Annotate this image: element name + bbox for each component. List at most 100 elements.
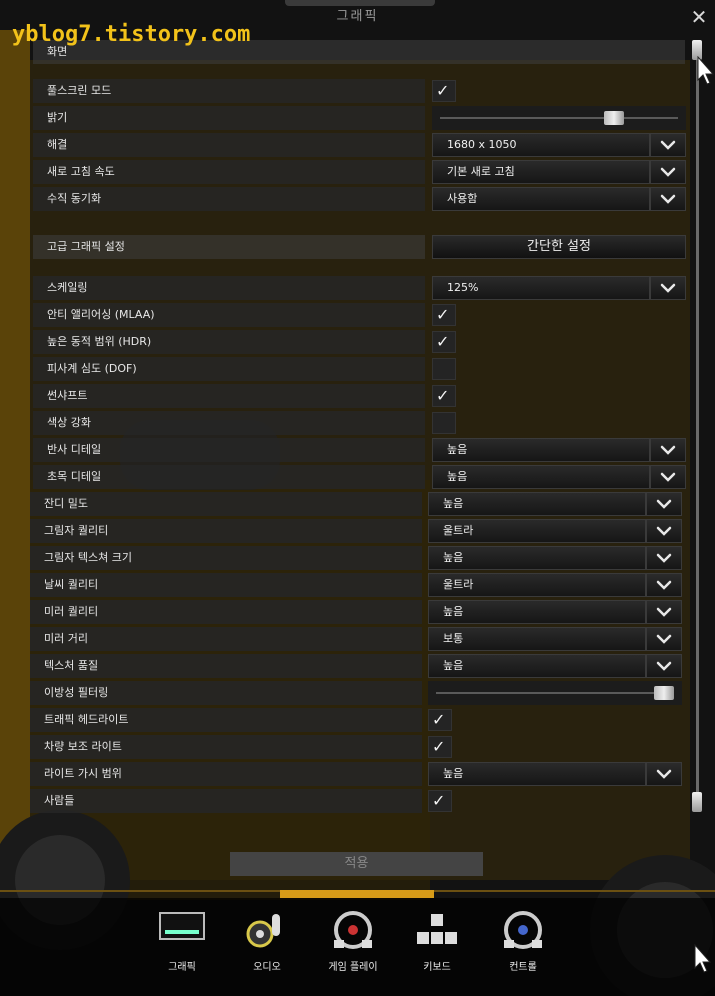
setting-checkbox[interactable]: ✓	[428, 709, 452, 731]
setting-dropdown[interactable]: 높음	[428, 492, 646, 516]
dropdown-chevron-button[interactable]	[646, 762, 682, 786]
checkmark-icon: ✓	[436, 81, 450, 100]
settings-row: 밝기	[0, 106, 715, 130]
setting-label: 미러 거리	[30, 627, 422, 651]
setting-dropdown[interactable]: 높음	[428, 600, 646, 624]
tab-keyboard[interactable]: 키보드	[397, 910, 477, 973]
setting-label: 라이트 가시 범위	[30, 762, 422, 786]
setting-dropdown[interactable]: 울트라	[428, 573, 646, 597]
dropdown-chevron-button[interactable]	[650, 160, 686, 184]
settings-row: 잔디 밀도 높음	[0, 492, 715, 516]
slider-knob[interactable]	[654, 686, 674, 700]
setting-label: 미러 퀄리티	[30, 600, 422, 624]
dropdown-chevron-button[interactable]	[646, 519, 682, 543]
settings-row: 색상 강화	[0, 411, 715, 435]
dropdown-chevron-button[interactable]	[646, 573, 682, 597]
scrollbar-thumb-bottom[interactable]	[692, 792, 702, 812]
keyboard-icon	[397, 910, 477, 952]
checkmark-icon: ✓	[432, 791, 446, 810]
setting-label: 풀스크린 모드	[33, 79, 425, 103]
settings-row: 피사계 심도 (DOF)	[0, 357, 715, 381]
setting-dropdown[interactable]: 보통	[428, 627, 646, 651]
settings-row: 해결 1680 x 1050	[0, 133, 715, 157]
setting-label: 색상 강화	[33, 411, 425, 435]
settings-row: 안티 앨리어싱 (MLAA) ✓	[0, 303, 715, 327]
checkmark-icon: ✓	[436, 386, 450, 405]
setting-dropdown[interactable]: 높음	[432, 465, 650, 489]
dropdown-chevron-button[interactable]	[650, 133, 686, 157]
settings-row: 높은 동적 범위 (HDR) ✓	[0, 330, 715, 354]
setting-checkbox[interactable]: ✓	[432, 385, 456, 407]
setting-label: 해결	[33, 133, 425, 157]
setting-dropdown[interactable]: 높음	[428, 762, 646, 786]
controller-wheel-icon	[483, 910, 563, 952]
settings-row: 텍스처 품질 높음	[0, 654, 715, 678]
setting-label: 피사계 심도 (DOF)	[33, 357, 425, 381]
setting-label: 트래픽 헤드라이트	[30, 708, 422, 732]
checkmark-icon: ✓	[436, 305, 450, 324]
close-icon[interactable]: ✕	[688, 6, 710, 28]
setting-checkbox[interactable]	[432, 412, 456, 434]
setting-dropdown[interactable]: 125%	[432, 276, 650, 300]
setting-dropdown[interactable]: 울트라	[428, 519, 646, 543]
chevron-down-icon	[660, 472, 676, 482]
setting-label: 안티 앨리어싱 (MLAA)	[33, 303, 425, 327]
setting-dropdown[interactable]: 기본 새로 고침	[432, 160, 650, 184]
chevron-down-icon	[660, 140, 676, 150]
dropdown-chevron-button[interactable]	[650, 276, 686, 300]
dropdown-chevron-button[interactable]	[646, 627, 682, 651]
settings-row: 이방성 필터링	[0, 681, 715, 705]
setting-checkbox[interactable]: ✓	[432, 331, 456, 353]
setting-checkbox[interactable]: ✓	[432, 304, 456, 326]
setting-slider[interactable]	[432, 106, 686, 130]
setting-label: 새로 고침 속도	[33, 160, 425, 184]
checkmark-icon: ✓	[432, 710, 446, 729]
tab-keyboard-label: 키보드	[423, 962, 451, 973]
dropdown-chevron-button[interactable]	[646, 600, 682, 624]
dropdown-chevron-button[interactable]	[646, 492, 682, 516]
setting-dropdown[interactable]: 사용함	[432, 187, 650, 211]
setting-label: 수직 동기화	[33, 187, 425, 211]
apply-accent-bar	[280, 890, 434, 898]
setting-checkbox[interactable]: ✓	[432, 80, 456, 102]
dropdown-chevron-button[interactable]	[646, 654, 682, 678]
setting-label: 썬샤프트	[33, 384, 425, 408]
dropdown-chevron-button[interactable]	[650, 465, 686, 489]
settings-row: 수직 동기화 사용함	[0, 187, 715, 211]
setting-slider[interactable]	[428, 681, 682, 705]
tab-controls[interactable]: 컨트롤	[483, 910, 563, 973]
chevron-down-icon	[656, 661, 672, 671]
setting-dropdown[interactable]: 높음	[432, 438, 650, 462]
chevron-down-icon	[660, 194, 676, 204]
setting-checkbox[interactable]	[432, 358, 456, 380]
setting-dropdown[interactable]: 높음	[428, 546, 646, 570]
tab-graphics[interactable]: 그래픽	[142, 910, 222, 973]
setting-label: 날씨 퀄리티	[30, 573, 422, 597]
settings-row: 차량 보조 라이트 ✓	[0, 735, 715, 759]
checkmark-icon: ✓	[436, 332, 450, 351]
settings-row: 그림자 텍스쳐 크기 높음	[0, 546, 715, 570]
slider-knob[interactable]	[603, 111, 624, 125]
setting-dropdown[interactable]: 1680 x 1050	[432, 133, 650, 157]
tab-audio-label: 오디오	[253, 962, 281, 973]
slider-track	[436, 692, 674, 694]
setting-label: 높은 동적 범위 (HDR)	[33, 330, 425, 354]
chevron-down-icon	[656, 526, 672, 536]
scrollbar-track[interactable]	[696, 42, 699, 812]
setting-label: 차량 보조 라이트	[30, 735, 422, 759]
apply-button[interactable]: 적용	[230, 852, 483, 876]
setting-label: 초목 디테일	[33, 465, 425, 489]
dropdown-chevron-button[interactable]	[650, 187, 686, 211]
tab-gameplay[interactable]: 게임 플레이	[313, 910, 393, 973]
settings-row: 그림자 퀄리티 울트라	[0, 519, 715, 543]
setting-label: 그림자 퀄리티	[30, 519, 422, 543]
simple-settings-button[interactable]: 간단한 설정	[432, 235, 686, 259]
dropdown-chevron-button[interactable]	[646, 546, 682, 570]
settings-row: 스케일링 125%	[0, 276, 715, 300]
setting-dropdown[interactable]: 높음	[428, 654, 646, 678]
setting-checkbox[interactable]: ✓	[428, 790, 452, 812]
setting-checkbox[interactable]: ✓	[428, 736, 452, 758]
monitor-icon	[142, 910, 222, 952]
dropdown-chevron-button[interactable]	[650, 438, 686, 462]
tab-audio[interactable]: 오디오	[227, 910, 307, 973]
